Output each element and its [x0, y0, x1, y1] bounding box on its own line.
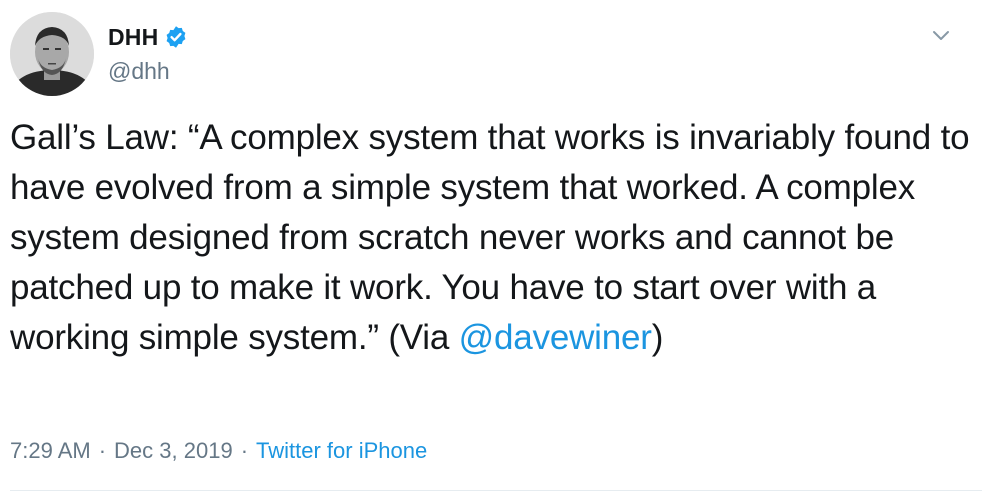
- meta-separator: ·: [240, 438, 249, 463]
- meta-separator: ·: [98, 438, 107, 463]
- author-name-row[interactable]: DHH: [108, 22, 188, 52]
- username[interactable]: @dhh: [108, 58, 170, 85]
- divider: [10, 490, 982, 491]
- avatar-portrait-icon: [10, 12, 94, 96]
- tweet-time[interactable]: 7:29 AM: [10, 438, 91, 464]
- tweet-text: Gall’s Law: “A complex system that works…: [10, 113, 985, 363]
- tweet-closing-text: ): [651, 318, 664, 357]
- tweet-meta: 7:29 AM · Dec 3, 2019 · Twitter for iPho…: [10, 438, 427, 464]
- verified-badge-icon: [164, 25, 188, 49]
- display-name[interactable]: DHH: [108, 24, 158, 51]
- tweet-source-link[interactable]: Twitter for iPhone: [256, 438, 427, 464]
- mention-link[interactable]: @davewiner: [459, 318, 652, 357]
- chevron-down-icon[interactable]: [928, 22, 954, 48]
- tweet-card: DHH @dhh Gall’s Law: “A complex system t…: [0, 0, 1000, 502]
- avatar[interactable]: [10, 12, 94, 96]
- tweet-date[interactable]: Dec 3, 2019: [114, 438, 233, 464]
